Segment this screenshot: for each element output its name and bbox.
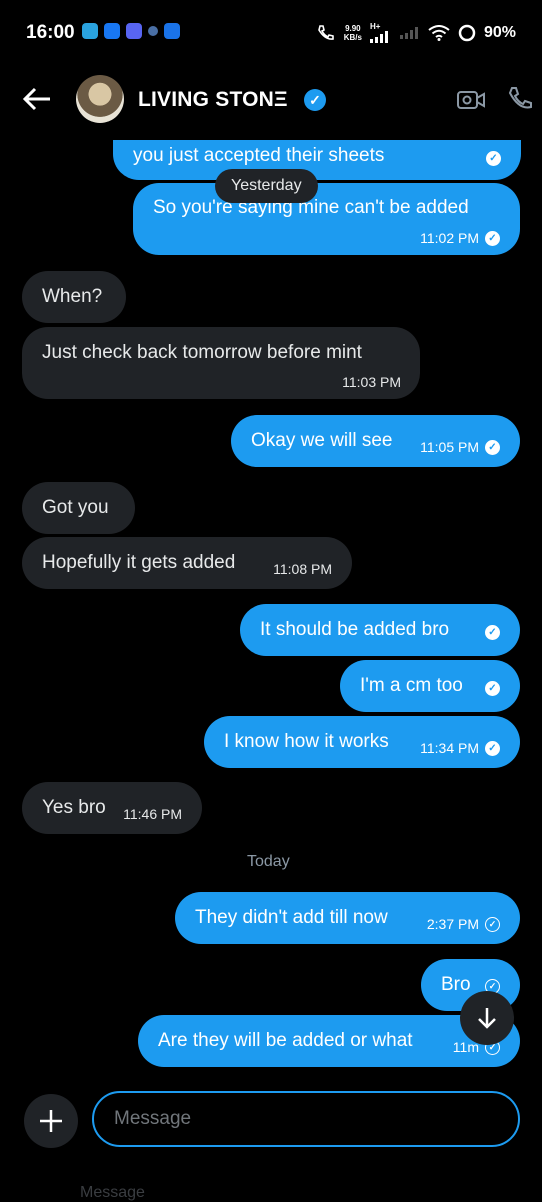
read-receipt-icon: ✓: [485, 230, 500, 246]
battery-level: 90%: [483, 23, 516, 41]
status-bar: 16:00 9.90 KB/s H+ 90%: [0, 0, 542, 66]
add-attachment-button[interactable]: [24, 1094, 78, 1148]
message-bubble-outgoing[interactable]: So you're saying mine can't be added 11:…: [133, 183, 520, 255]
read-receipt-icon: ✓: [485, 740, 500, 756]
message-time: 2:37 PM: [426, 916, 479, 932]
message-bubble-incoming[interactable]: Got you: [22, 482, 135, 534]
message-meta: 11:34 PM ✓: [420, 736, 500, 760]
sent-receipt-icon: ✓: [485, 916, 500, 932]
plus-icon: [40, 1110, 62, 1132]
signal-icon: [369, 31, 388, 43]
phone-icon: [508, 87, 532, 109]
telegram-icon: [82, 23, 98, 39]
back-button[interactable]: [22, 86, 52, 117]
message-time: 11:03 PM: [342, 374, 401, 390]
message-time: 11:46 PM: [123, 806, 182, 822]
message-text: They didn't add till now: [195, 907, 388, 928]
message-text: It should be added bro: [260, 619, 450, 640]
message-bubble-outgoing[interactable]: I'm a cm too ✓: [340, 660, 520, 712]
message-input[interactable]: [92, 1091, 520, 1147]
video-call-button[interactable]: [456, 88, 486, 117]
message-bubble-outgoing[interactable]: Okay we will see 11:05 PM ✓: [231, 415, 520, 467]
discord-icon: [126, 23, 142, 39]
message-text: I know how it works: [224, 731, 389, 752]
message-meta: 11:05 PM ✓: [420, 435, 500, 459]
message-bubble-outgoing[interactable]: They didn't add till now 2:37 PM ✓: [175, 892, 520, 944]
speed-value: 9.90: [345, 23, 361, 33]
message-text: Bro: [441, 974, 471, 995]
message-text: Hopefully it gets added: [42, 552, 236, 573]
read-receipt-icon: ✓: [485, 681, 500, 696]
message-text: So you're saying mine can't be added: [153, 197, 469, 218]
date-divider: Today: [247, 853, 290, 870]
contact-name[interactable]: LIVING STONΞ: [138, 88, 288, 112]
voice-call-button[interactable]: [506, 85, 534, 118]
message-meta: 2:37 PM ✓: [427, 912, 500, 936]
speed-unit: KB/s: [343, 32, 362, 42]
message-bubble-incoming[interactable]: Hopefully it gets added 11:08 PM: [22, 537, 352, 589]
wifi-icon: [428, 24, 450, 41]
signal-indicator: H+: [369, 22, 392, 43]
message-text: you just accepted their sheets: [133, 145, 385, 166]
message-text: Got you: [42, 497, 109, 518]
message-meta: 11:02 PM ✓: [420, 226, 500, 250]
message-bubble-incoming[interactable]: When?: [22, 271, 126, 323]
read-receipt-icon: ✓: [485, 439, 500, 455]
read-receipt-icon: ✓: [485, 625, 500, 640]
avatar[interactable]: [76, 75, 124, 123]
signal-2-icon: [399, 26, 418, 39]
battery-ring-icon: [458, 24, 476, 41]
read-receipt-icon: ✓: [486, 151, 501, 166]
messages-icon: [164, 23, 180, 39]
message-time: 11:34 PM: [420, 740, 479, 756]
chat-header: LIVING STONΞ ✓: [0, 66, 542, 138]
message-bubble-outgoing[interactable]: you just accepted their sheets ✓: [113, 140, 521, 180]
message-text: Just check back tomorrow before mint: [42, 342, 362, 363]
wifi-calling-icon: [317, 24, 334, 40]
message-bubble-incoming[interactable]: Just check back tomorrow before mint 11:…: [22, 327, 420, 399]
message-time: 11:05 PM: [420, 439, 479, 455]
facebook-icon: [104, 23, 120, 39]
network-speed: 9.90 KB/s: [344, 24, 362, 42]
arrow-left-icon: [22, 87, 50, 111]
message-time: 11:08 PM: [273, 561, 332, 577]
message-text: I'm a cm too: [360, 675, 463, 696]
keyboard-preview-text: Message: [80, 1184, 145, 1201]
message-text: Yes bro: [42, 797, 106, 818]
message-bubble-incoming[interactable]: Yes bro 11:46 PM: [22, 782, 202, 834]
status-time: 16:00: [26, 22, 75, 43]
system-status: 9.90 KB/s H+ 90%: [316, 22, 516, 43]
video-camera-icon: [457, 91, 485, 109]
network-type: H+: [369, 22, 381, 31]
verified-badge-icon: ✓: [304, 89, 326, 111]
message-bubble-outgoing[interactable]: I know how it works 11:34 PM ✓: [204, 716, 520, 768]
message-text: When?: [42, 286, 103, 307]
message-time: 11:02 PM: [420, 230, 479, 246]
notification-icons: [82, 23, 180, 39]
app-icon: [148, 26, 158, 36]
message-bubble-outgoing[interactable]: It should be added bro ✓: [240, 604, 520, 656]
arrow-down-icon: [478, 1008, 496, 1029]
date-divider: Yesterday: [215, 169, 318, 203]
message-text: Are they will be added or what: [158, 1030, 413, 1051]
message-text: Okay we will see: [251, 430, 393, 451]
scroll-to-bottom-button[interactable]: [460, 991, 514, 1045]
